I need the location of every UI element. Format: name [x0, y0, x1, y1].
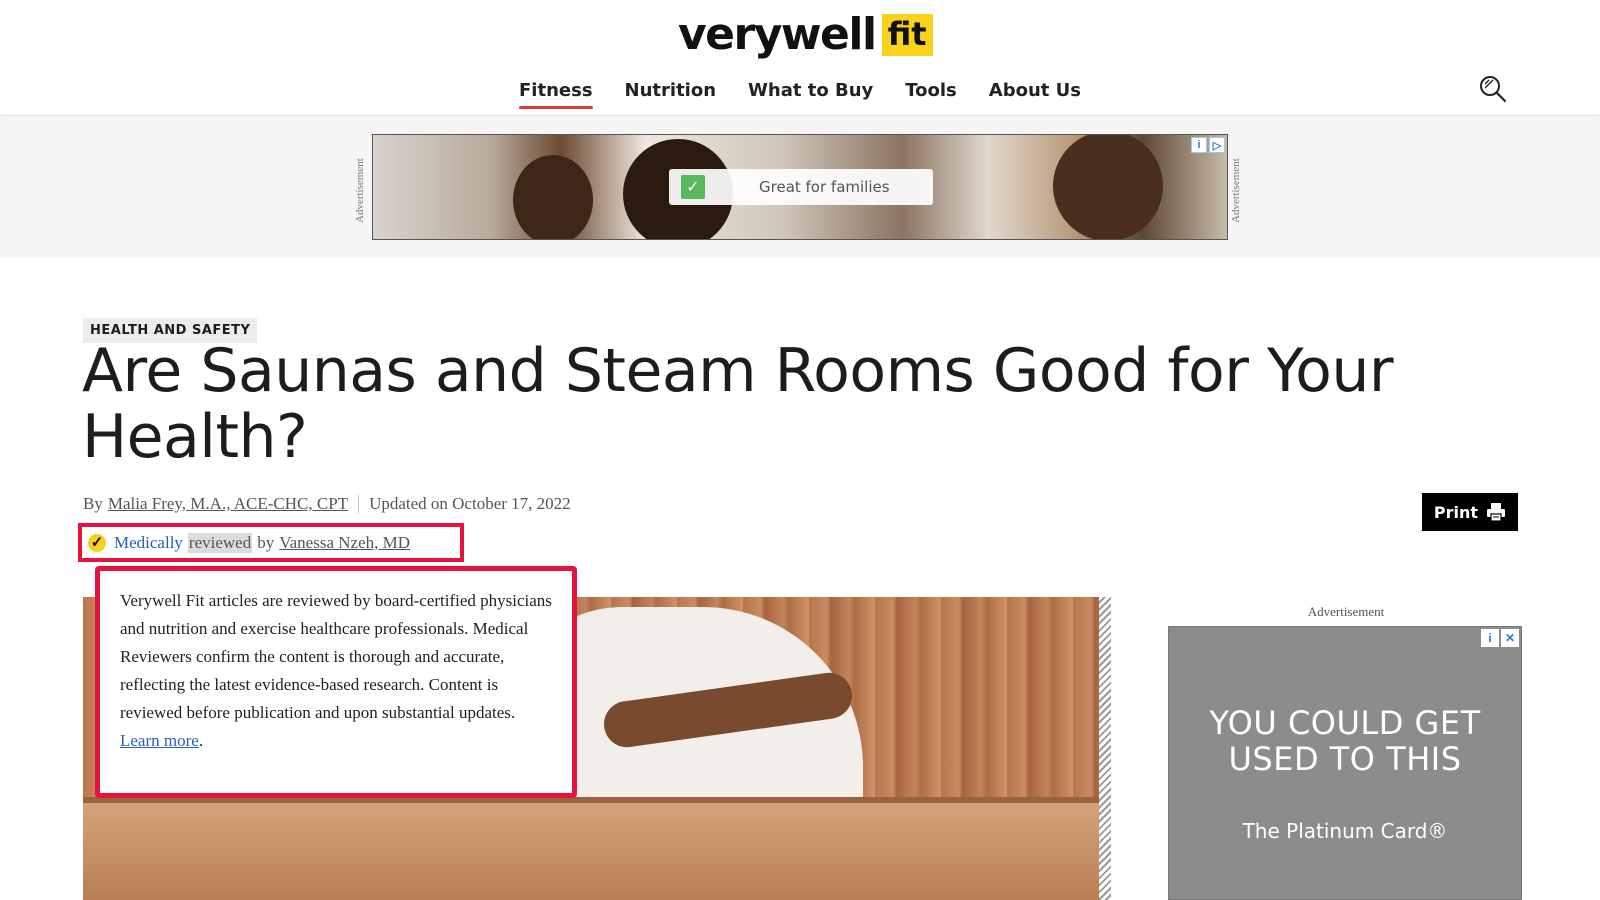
- byline-divider: [358, 495, 360, 513]
- byline: By Malia Frey, M.A., ACE-CHC, CPT Update…: [83, 494, 571, 514]
- byline-prefix: By: [83, 494, 103, 513]
- hero-edge-stripe: [1099, 597, 1111, 900]
- ad-info-icon[interactable]: i: [1481, 629, 1499, 647]
- site-logo[interactable]: verywell fit: [678, 8, 933, 62]
- side-ad-subtext: The Platinum Card®: [1242, 819, 1448, 843]
- tooltip-period: .: [198, 731, 204, 750]
- ad-label-left: Advertisement: [354, 158, 366, 224]
- learn-more-link[interactable]: Learn more: [120, 731, 199, 750]
- side-ad-headline: YOU COULD GET USED TO THIS: [1169, 705, 1521, 777]
- ad-choices-icon[interactable]: ▷: [1209, 137, 1225, 153]
- nav-item-nutrition[interactable]: Nutrition: [609, 76, 733, 109]
- medically-text[interactable]: Medically: [114, 533, 183, 553]
- hero-bench: [83, 797, 1111, 900]
- tooltip-text: Verywell Fit articles are reviewed by bo…: [120, 591, 552, 722]
- side-ad-headline-line1: YOU COULD GET: [1209, 704, 1481, 742]
- printer-icon: [1487, 503, 1506, 522]
- side-ad[interactable]: i ✕ YOU COULD GET USED TO THIS The Plati…: [1168, 626, 1522, 900]
- print-button[interactable]: Print: [1422, 493, 1518, 531]
- reviewer-link[interactable]: Vanessa Nzeh, MD: [279, 533, 410, 553]
- ad-figure-man: [1053, 135, 1163, 239]
- article-title: Are Saunas and Steam Rooms Good for Your…: [82, 336, 1394, 472]
- ad-callout: ✓ Great for families: [669, 169, 933, 205]
- ad-info-icon[interactable]: i: [1191, 137, 1207, 153]
- logo-wordmark: verywell: [678, 9, 877, 60]
- nav-item-what-to-buy[interactable]: What to Buy: [732, 76, 889, 109]
- ad-label-right: Advertisement: [1230, 158, 1242, 224]
- side-ad-headline-line2: USED TO THIS: [1228, 740, 1462, 778]
- review-tooltip: Verywell Fit articles are reviewed by bo…: [95, 566, 577, 798]
- nav-item-tools[interactable]: Tools: [889, 76, 973, 109]
- reviewed-text[interactable]: reviewed: [187, 532, 253, 553]
- print-label: Print: [1433, 502, 1479, 522]
- top-ad-banner[interactable]: ✓ Great for families i ▷: [372, 134, 1228, 240]
- check-icon: ✓: [681, 175, 705, 199]
- ad-figure-child: [513, 155, 593, 239]
- site-header: verywell fit Fitness Nutrition What to B…: [0, 0, 1600, 116]
- main-nav: Fitness Nutrition What to Buy Tools Abou…: [0, 76, 1600, 109]
- tooltip-body: Verywell Fit articles are reviewed by bo…: [120, 587, 552, 755]
- ad-close-icon[interactable]: ✕: [1501, 629, 1519, 647]
- side-ad-label: Advertisement: [1307, 604, 1385, 619]
- logo-badge: fit: [881, 14, 933, 56]
- medically-reviewed-badge[interactable]: ✓ Medically reviewed by Vanessa Nzeh, MD: [78, 523, 464, 562]
- review-by-text: by: [257, 532, 275, 552]
- updated-date: Updated on October 17, 2022: [369, 494, 571, 513]
- ad-callout-text: Great for families: [759, 178, 890, 196]
- nav-item-about-us[interactable]: About Us: [973, 76, 1097, 109]
- search-icon[interactable]: [1478, 74, 1508, 104]
- author-link[interactable]: Malia Frey, M.A., ACE-CHC, CPT: [108, 494, 348, 514]
- nav-item-fitness[interactable]: Fitness: [503, 76, 609, 109]
- checkmark-icon: ✓: [88, 533, 106, 552]
